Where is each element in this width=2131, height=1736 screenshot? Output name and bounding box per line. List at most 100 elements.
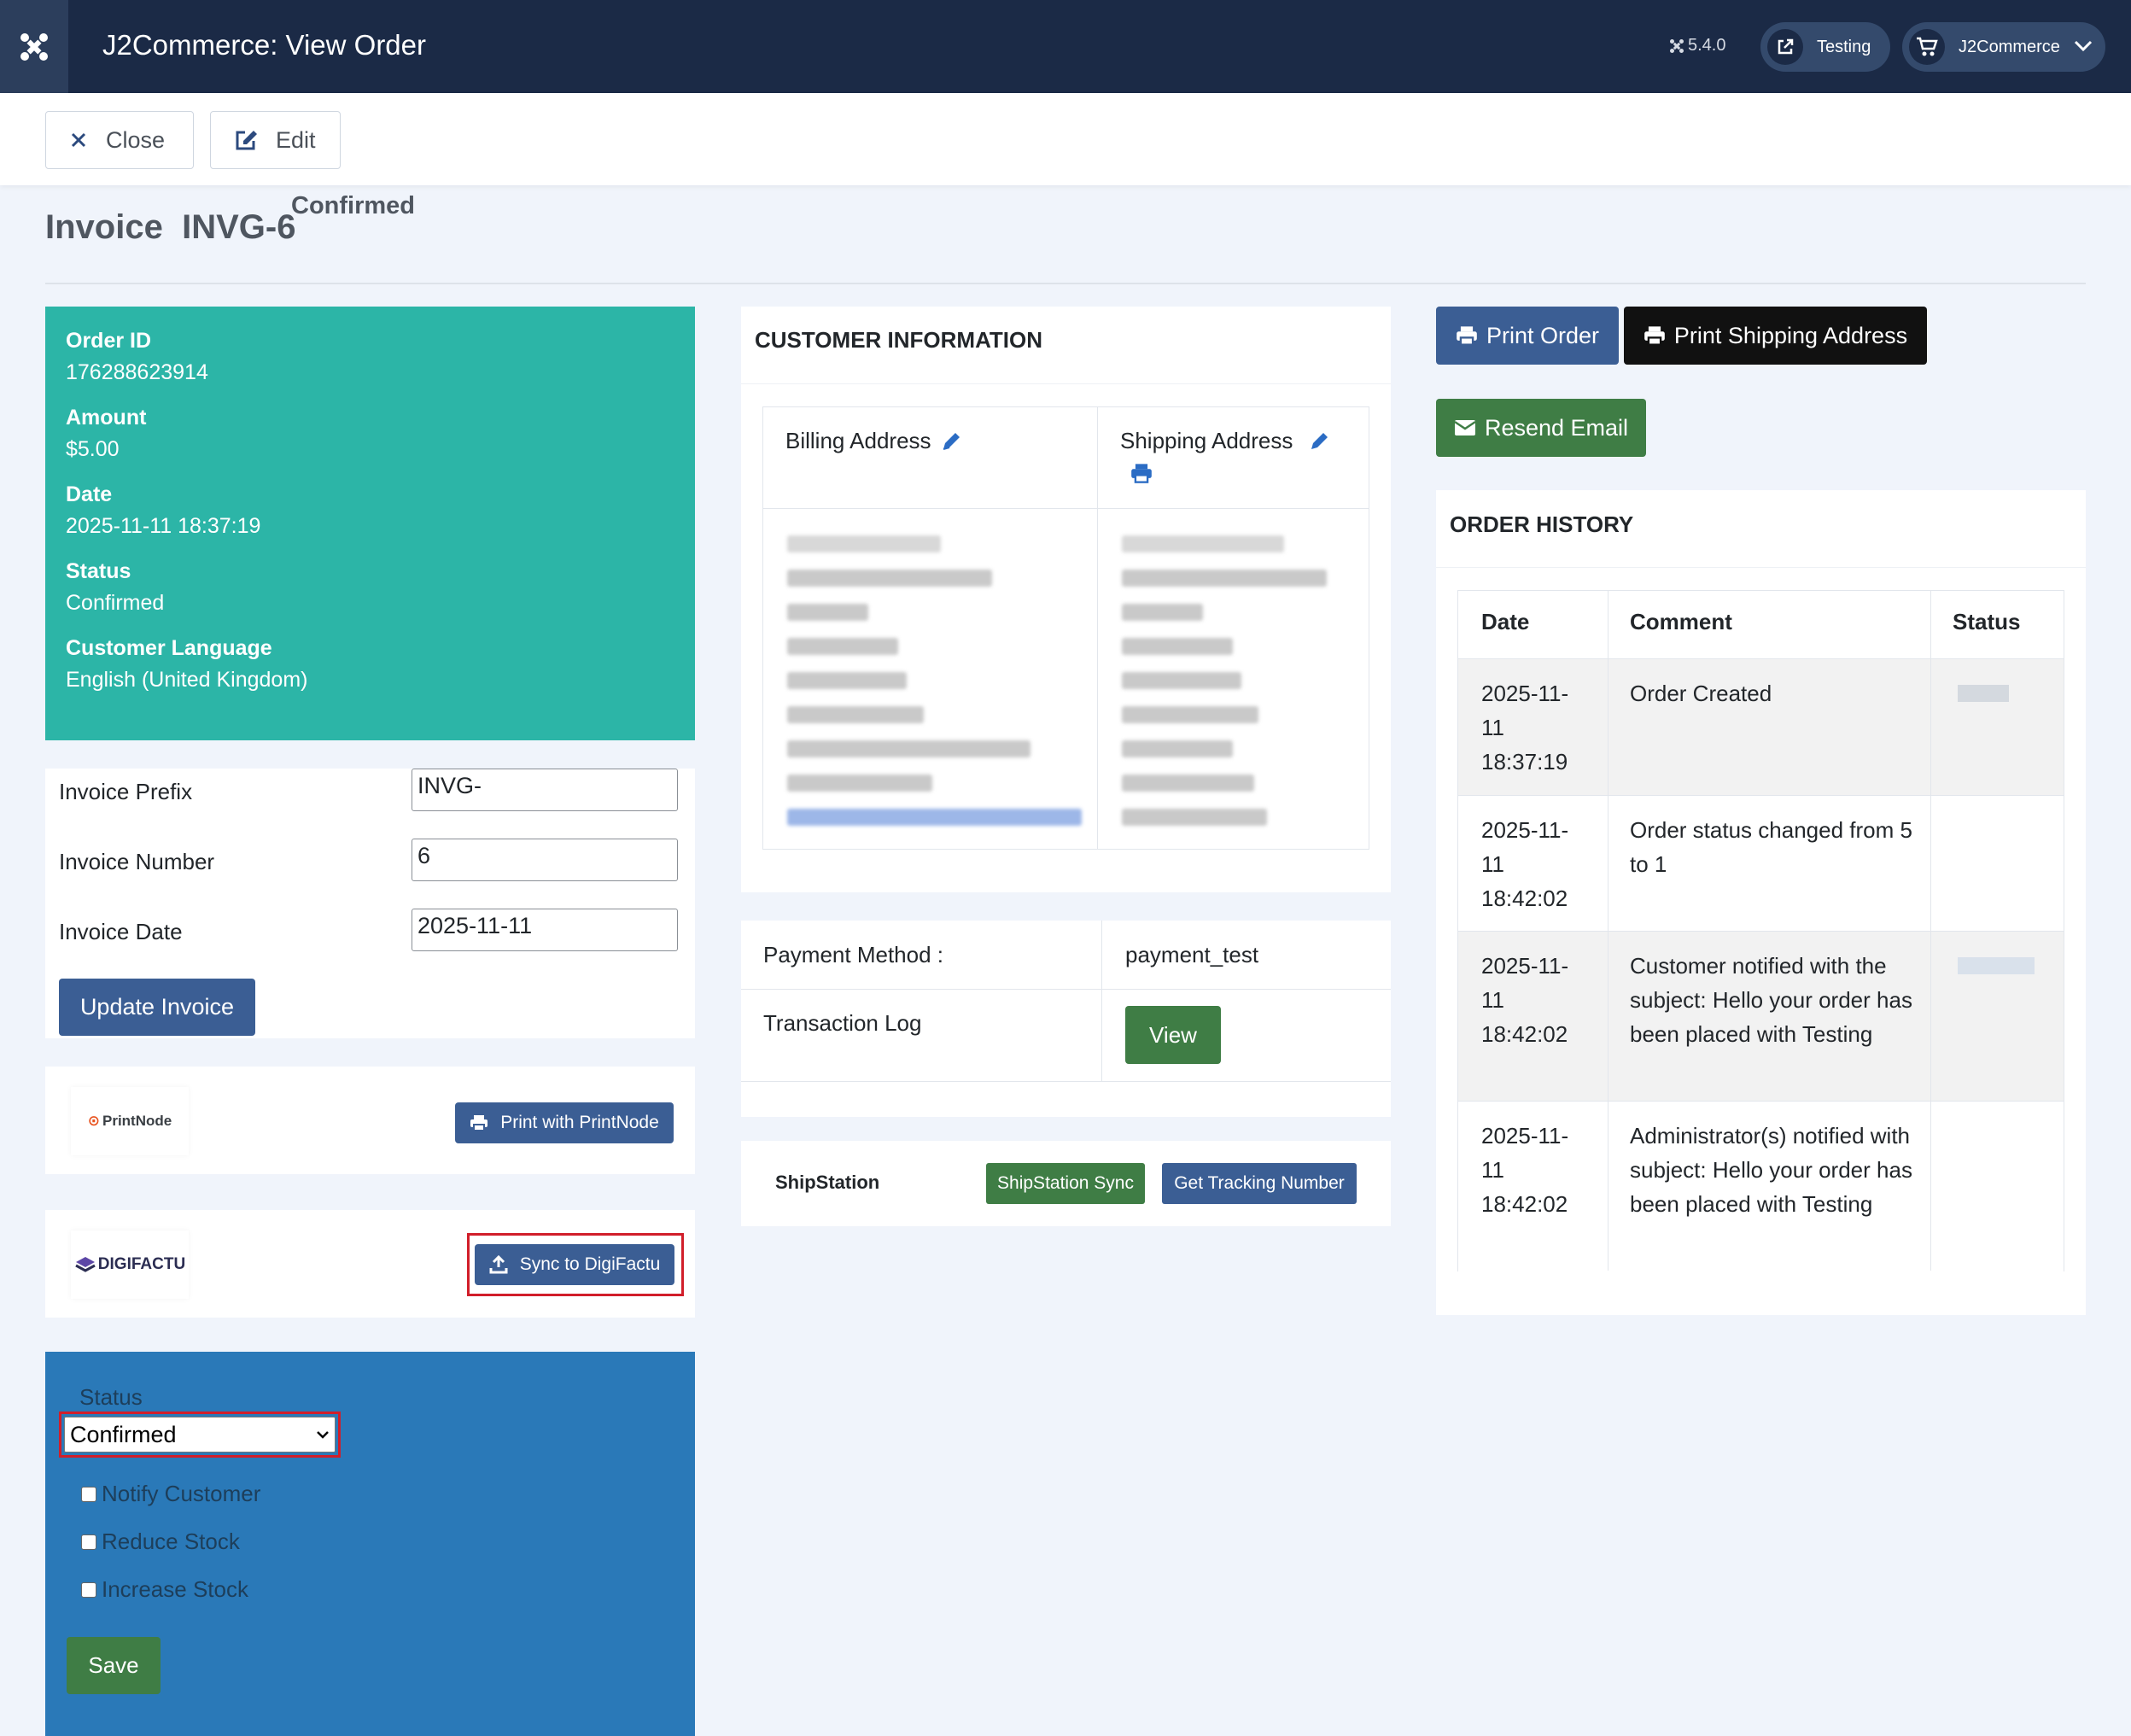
shipping-address-heading: Shipping Address: [1120, 428, 1330, 454]
increase-stock-checkbox[interactable]: Increase Stock: [81, 1576, 248, 1603]
divider: [1101, 921, 1102, 1081]
shipstation-sync-button[interactable]: ShipStation Sync: [986, 1163, 1145, 1204]
divider: [741, 1081, 1391, 1082]
history-date: 2025-11-11 18:37:19: [1481, 681, 1569, 774]
printnode-logo-text: PrintNode: [102, 1113, 172, 1129]
site-link-button[interactable]: Testing: [1760, 22, 1890, 72]
column-header-status: Status: [1953, 609, 2021, 634]
status-select[interactable]: Confirmed: [64, 1417, 336, 1453]
notify-customer-checkbox[interactable]: Notify Customer: [81, 1481, 260, 1507]
language-label: Customer Language: [66, 636, 272, 660]
checkbox-box[interactable]: [81, 1486, 96, 1502]
redacted-text: [787, 809, 1082, 826]
order-history-heading: ORDER HISTORY: [1450, 511, 1634, 537]
notify-customer-label: Notify Customer: [102, 1481, 261, 1506]
status-badge: [1958, 957, 2035, 974]
amount-label: Amount: [66, 406, 147, 430]
invoice-date-label: Invoice Date: [59, 919, 183, 944]
cart-icon: [1909, 29, 1945, 65]
printer-icon[interactable]: [1130, 462, 1153, 484]
redacted-text: [1122, 535, 1284, 552]
update-invoice-button[interactable]: Update Invoice: [59, 979, 255, 1036]
column-header-comment: Comment: [1630, 609, 1732, 634]
divider: [1930, 591, 1931, 1271]
page-title: J2Commerce: View Order: [102, 29, 427, 61]
redacted-text: [787, 570, 992, 587]
pencil-icon[interactable]: [1308, 430, 1330, 453]
reduce-stock-checkbox[interactable]: Reduce Stock: [81, 1528, 240, 1555]
redacted-text: [1122, 809, 1267, 826]
status-form-panel: Status Confirmed Notify Customer Reduce …: [45, 1352, 695, 1736]
transaction-log-label: Transaction Log: [763, 1010, 922, 1036]
invoice-prefix-input[interactable]: INVG-: [412, 769, 678, 811]
shipping-address-label: Shipping Address: [1120, 428, 1293, 453]
status-select-value: Confirmed: [70, 1421, 177, 1447]
print-with-printnode-label: Print with PrintNode: [500, 1113, 659, 1132]
print-order-button[interactable]: Print Order: [1436, 307, 1619, 365]
divider: [45, 283, 2086, 284]
toolbar: Close Edit: [0, 93, 2131, 185]
status-badge: [1958, 685, 2009, 702]
redacted-text: [1122, 638, 1233, 655]
resend-email-button[interactable]: Resend Email: [1436, 399, 1646, 457]
close-label: Close: [106, 126, 166, 153]
amount-value: $5.00: [66, 437, 120, 461]
chevron-down-icon: [317, 1431, 329, 1439]
get-tracking-number-button[interactable]: Get Tracking Number: [1162, 1163, 1357, 1204]
printnode-logo: ⊙ PrintNode: [71, 1087, 189, 1155]
print-shipping-address-button[interactable]: Print Shipping Address: [1624, 307, 1927, 365]
order-history-table: Date Comment Status 2025-11-11 18:37:19 …: [1457, 590, 2064, 1271]
payment-method-value: payment_test: [1125, 942, 1259, 967]
order-summary-panel: Order ID 176288623914 Amount $5.00 Date …: [45, 307, 695, 740]
j2commerce-menu-button[interactable]: J2Commerce: [1902, 22, 2105, 72]
envelope-icon: [1454, 420, 1476, 435]
invoice-title-prefix: Invoice: [45, 208, 163, 246]
divider: [1436, 567, 2086, 568]
upload-icon: [489, 1255, 508, 1274]
history-date: 2025-11-11 18:42:02: [1481, 953, 1569, 1047]
invoice-date-input[interactable]: 2025-11-11: [412, 909, 678, 951]
redacted-text: [1122, 706, 1258, 723]
save-status-button[interactable]: Save: [67, 1637, 161, 1694]
site-link-label: Testing: [1817, 37, 1871, 56]
redacted-text: [1122, 740, 1233, 757]
invoice-title-number: INVG-6: [182, 208, 296, 246]
digifactu-panel: DIGIFACTU Sync to DigiFactu: [45, 1210, 695, 1318]
table-row: 2025-11-11 18:42:02 Customer notified wi…: [1458, 932, 2064, 1102]
status-form-label: Status: [79, 1384, 143, 1410]
invoice-number-input[interactable]: 6: [412, 839, 678, 881]
payment-method-label: Payment Method :: [763, 942, 943, 967]
redacted-text: [787, 672, 907, 689]
print-with-printnode-button[interactable]: Print with PrintNode: [455, 1102, 674, 1143]
redacted-text: [787, 740, 1030, 757]
joomla-small-icon: [1670, 38, 1684, 53]
pencil-icon[interactable]: [940, 430, 962, 453]
history-comment: Administrator(s) notified with subject: …: [1630, 1123, 1912, 1217]
invoice-prefix-label: Invoice Prefix: [59, 779, 193, 804]
joomla-logo-icon[interactable]: [0, 0, 68, 93]
sync-to-digifactu-button[interactable]: Sync to DigiFactu: [475, 1244, 674, 1285]
app-header: J2Commerce: View Order 5.4.0 Testing J2C…: [0, 0, 2131, 93]
checkbox-box[interactable]: [81, 1581, 96, 1598]
divider: [1097, 407, 1098, 849]
column-header-date: Date: [1481, 609, 1530, 634]
checkbox-box[interactable]: [81, 1534, 96, 1550]
view-transaction-log-button[interactable]: View: [1125, 1006, 1221, 1064]
close-button[interactable]: Close: [45, 111, 194, 169]
history-comment: Order status changed from 5 to 1: [1630, 817, 1912, 877]
order-history-card: ORDER HISTORY Date Comment Status 2025-1…: [1436, 490, 2086, 1315]
table-header-row: Date Comment Status: [1458, 591, 2064, 659]
printer-icon: [1457, 326, 1477, 346]
menu-label: J2Commerce: [1959, 37, 2060, 56]
redacted-text: [787, 774, 932, 792]
history-date: 2025-11-11 18:42:02: [1481, 817, 1569, 911]
billing-address-label: Billing Address: [785, 428, 931, 453]
version-text: 5.4.0: [1688, 36, 1726, 55]
date-label: Date: [66, 482, 113, 506]
printer-icon: [1644, 326, 1665, 346]
digifactu-logo-text: DIGIFACTU: [97, 1255, 186, 1273]
reduce-stock-label: Reduce Stock: [102, 1528, 240, 1554]
order-id-value: 176288623914: [66, 360, 208, 384]
printnode-panel: ⊙ PrintNode Print with PrintNode: [45, 1067, 695, 1174]
edit-button[interactable]: Edit: [210, 111, 341, 169]
